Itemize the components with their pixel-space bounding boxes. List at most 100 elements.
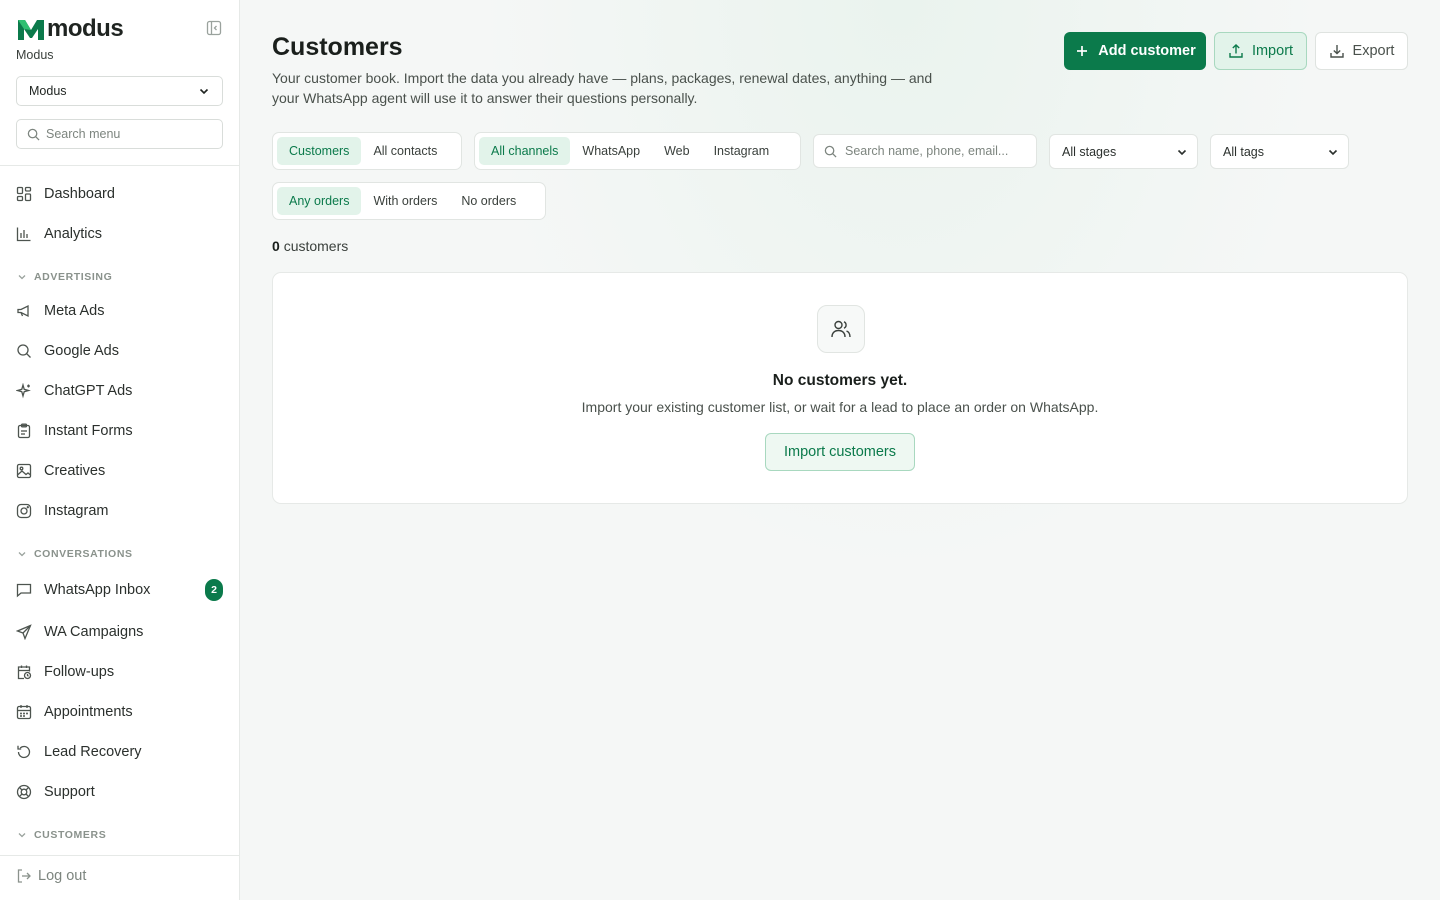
rotate-icon xyxy=(17,745,31,759)
sidebar-item-label: Appointments xyxy=(44,704,133,720)
export-label: Export xyxy=(1352,43,1395,59)
tab-instagram[interactable]: Instagram xyxy=(702,137,782,165)
sidebar-footer-divider xyxy=(0,855,239,856)
sparkle-icon xyxy=(16,383,31,399)
sidebar-divider xyxy=(0,165,239,166)
channel-segmented-control: All channels WhatsApp Web Instagram xyxy=(474,132,801,170)
sidebar-item-label: ChatGPT Ads xyxy=(44,383,133,399)
sidebar-collapse-icon[interactable] xyxy=(206,20,222,36)
tab-customers[interactable]: Customers xyxy=(277,137,362,165)
customer-count: 0 customers xyxy=(272,238,348,254)
section-customers[interactable]: CUSTOMERS xyxy=(16,829,106,841)
empty-state-title: No customers yet. xyxy=(772,372,908,389)
tag-select[interactable]: All tags xyxy=(1210,134,1349,169)
send-icon xyxy=(16,624,32,640)
tab-no-orders[interactable]: No orders xyxy=(449,187,528,215)
stage-select[interactable]: All stages xyxy=(1049,134,1198,169)
org-select-value: Modus xyxy=(29,84,67,98)
section-conversations[interactable]: CONVERSATIONS xyxy=(16,548,133,560)
menu-search-input[interactable] xyxy=(46,127,216,141)
sidebar-item-whatsapp-inbox[interactable]: WhatsApp Inbox 2 xyxy=(16,578,224,602)
sidebar: modus Modus Modus Dashboard Analytics AD… xyxy=(0,0,240,900)
sidebar-item-chatgpt-ads[interactable]: ChatGPT Ads xyxy=(16,379,224,403)
empty-state-card: No customers yet. Import your existing c… xyxy=(272,272,1408,504)
org-select[interactable]: Modus xyxy=(16,76,223,106)
logout-icon xyxy=(17,869,31,883)
tab-web[interactable]: Web xyxy=(652,137,701,165)
section-title: CONVERSATIONS xyxy=(34,548,133,560)
logout-button[interactable]: Log out xyxy=(16,868,86,884)
chevron-down-icon xyxy=(199,88,209,95)
customer-search-input[interactable] xyxy=(845,144,1025,158)
add-customer-label: Add customer xyxy=(1098,43,1196,59)
sidebar-item-appointments[interactable]: Appointments xyxy=(16,700,224,724)
instagram-icon xyxy=(16,503,32,519)
search-icon xyxy=(27,128,40,141)
bar-chart-icon xyxy=(16,227,31,242)
section-title: ADVERTISING xyxy=(34,271,113,283)
menu-search[interactable] xyxy=(16,119,223,149)
sidebar-item-label: Creatives xyxy=(44,463,106,479)
download-icon xyxy=(1329,45,1344,58)
sidebar-item-creatives[interactable]: Creatives xyxy=(16,459,224,483)
sidebar-item-label: WA Campaigns xyxy=(44,624,144,640)
sidebar-item-label: Meta Ads xyxy=(44,303,105,319)
chevron-down-icon xyxy=(18,275,26,280)
chevron-down-icon xyxy=(1177,149,1187,155)
sidebar-item-instagram[interactable]: Instagram xyxy=(16,499,224,523)
upload-icon xyxy=(1229,44,1243,58)
orders-segmented-control: Any orders With orders No orders xyxy=(272,182,546,220)
stage-select-value: All stages xyxy=(1062,144,1117,159)
sidebar-item-analytics[interactable]: Analytics xyxy=(16,222,224,246)
chevron-down-icon xyxy=(18,552,26,557)
chevron-down-icon xyxy=(1328,149,1338,155)
sidebar-item-instant-forms[interactable]: Instant Forms xyxy=(16,419,224,443)
sidebar-item-google-ads[interactable]: Google Ads xyxy=(16,339,224,363)
calendar-clock-icon xyxy=(17,665,32,680)
import-button[interactable]: Import xyxy=(1214,32,1307,70)
sidebar-item-label: Google Ads xyxy=(44,343,119,359)
brand-wordmark: modus xyxy=(47,15,124,42)
calendar-icon xyxy=(16,705,32,720)
message-icon xyxy=(16,583,32,598)
type-segmented-control: Customers All contacts xyxy=(272,132,462,170)
logout-label: Log out xyxy=(38,868,87,884)
plus-icon xyxy=(1077,46,1088,56)
chevron-down-icon xyxy=(18,833,26,838)
sidebar-item-follow-ups[interactable]: Follow-ups xyxy=(16,660,224,684)
tab-whatsapp[interactable]: WhatsApp xyxy=(570,137,652,165)
sidebar-item-meta-ads[interactable]: Meta Ads xyxy=(16,299,224,323)
tab-all-channels[interactable]: All channels xyxy=(479,137,571,165)
export-button[interactable]: Export xyxy=(1315,32,1408,70)
org-name: Modus xyxy=(16,48,54,62)
megaphone-icon xyxy=(17,304,29,318)
sidebar-item-label: WhatsApp Inbox xyxy=(44,582,151,598)
sidebar-item-label: Lead Recovery xyxy=(44,744,142,760)
tab-with-orders[interactable]: With orders xyxy=(361,187,449,215)
customer-search[interactable] xyxy=(813,134,1037,168)
section-title: CUSTOMERS xyxy=(34,829,107,841)
section-advertising[interactable]: ADVERTISING xyxy=(16,271,112,283)
import-label: Import xyxy=(1251,43,1294,59)
clipboard-icon xyxy=(17,423,31,439)
sidebar-item-dashboard[interactable]: Dashboard xyxy=(16,182,224,206)
brand-logo[interactable]: modus xyxy=(16,15,124,42)
lifebuoy-icon xyxy=(16,784,32,800)
sidebar-item-label: Support xyxy=(44,784,95,800)
tag-select-value: All tags xyxy=(1223,144,1264,159)
sidebar-item-label: Analytics xyxy=(44,226,103,242)
image-icon xyxy=(16,463,32,479)
import-customers-button[interactable]: Import customers xyxy=(765,433,915,471)
sidebar-item-support[interactable]: Support xyxy=(16,780,224,804)
page-title: Customers xyxy=(272,33,403,61)
sidebar-item-label: Instagram xyxy=(44,503,109,519)
sidebar-item-label: Dashboard xyxy=(44,186,115,202)
add-customer-button[interactable]: Add customer xyxy=(1064,32,1206,70)
customer-count-number: 0 xyxy=(272,238,280,254)
sidebar-item-lead-recovery[interactable]: Lead Recovery xyxy=(16,740,224,764)
sidebar-item-wa-campaigns[interactable]: WA Campaigns xyxy=(16,620,224,644)
users-icon xyxy=(817,305,865,353)
tab-any-orders[interactable]: Any orders xyxy=(277,187,362,215)
grid-icon xyxy=(16,186,32,202)
tab-all-contacts[interactable]: All contacts xyxy=(361,137,449,165)
